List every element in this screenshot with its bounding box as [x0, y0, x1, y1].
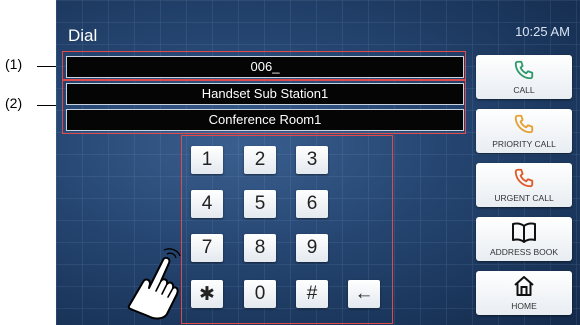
key-hash[interactable]: # — [296, 280, 328, 308]
phone-icon — [476, 167, 572, 189]
call-button[interactable]: CALL — [476, 55, 572, 99]
priority-call-label: PRIORITY CALL — [492, 139, 556, 149]
book-icon — [476, 221, 572, 243]
address-book-button[interactable]: ADDRESS BOOK — [476, 217, 572, 261]
call-label: CALL — [513, 85, 535, 95]
key-5[interactable]: 5 — [244, 190, 276, 218]
highlight-box-number — [62, 51, 466, 81]
callout-label-2: (2) — [5, 95, 23, 111]
home-icon — [476, 275, 572, 297]
priority-call-button[interactable]: PRIORITY CALL — [476, 109, 572, 153]
clock: 10:25 AM — [515, 24, 570, 39]
key-7[interactable]: 7 — [191, 234, 223, 262]
page-title: Dial — [68, 26, 98, 45]
key-3[interactable]: 3 — [296, 146, 328, 174]
home-button[interactable]: HOME — [476, 271, 572, 315]
key-0[interactable]: 0 — [244, 280, 276, 308]
key-1[interactable]: 1 — [191, 146, 223, 174]
backspace-key[interactable]: ← — [348, 280, 380, 308]
key-2[interactable]: 2 — [244, 146, 276, 174]
key-8[interactable]: 8 — [244, 234, 276, 262]
hand-pointer-icon — [127, 248, 181, 320]
key-4[interactable]: 4 — [191, 190, 223, 218]
home-label: HOME — [511, 301, 537, 311]
key-6[interactable]: 6 — [296, 190, 328, 218]
urgent-call-button[interactable]: URGENT CALL — [476, 163, 572, 207]
key-9[interactable]: 9 — [296, 234, 328, 262]
phone-icon — [476, 59, 572, 81]
phone-icon — [476, 113, 572, 135]
address-book-label: ADDRESS BOOK — [489, 247, 559, 257]
callout-label-1: (1) — [5, 56, 23, 72]
highlight-box-names — [62, 79, 466, 134]
urgent-call-label: URGENT CALL — [494, 193, 554, 203]
key-star[interactable]: ✱ — [191, 280, 223, 308]
